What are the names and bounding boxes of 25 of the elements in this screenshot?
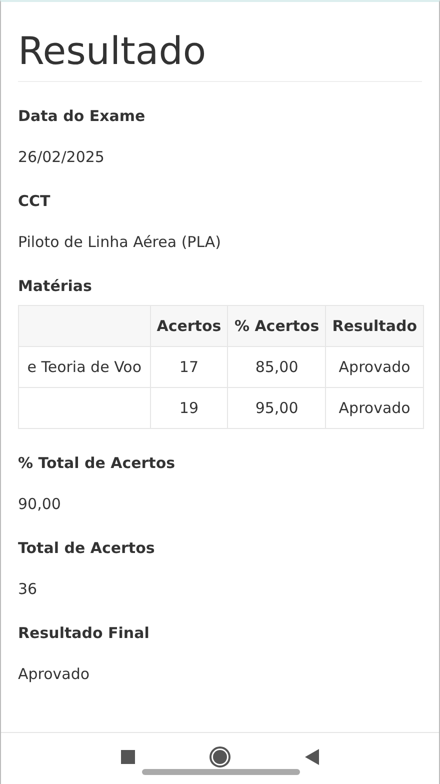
table-cell: 19	[179, 399, 199, 417]
home-icon[interactable]	[209, 746, 231, 768]
table-cell: e Teoria de Voo	[27, 358, 142, 376]
table-cell: Aprovado	[338, 358, 410, 376]
field-value: 90,00	[18, 494, 62, 514]
field-label: Data do Exame	[18, 106, 146, 126]
field-label: % Total de Acertos	[18, 453, 176, 473]
recent-apps-icon[interactable]	[121, 750, 135, 764]
section-label: Matérias	[18, 276, 93, 296]
page-title: Resultado	[18, 28, 208, 74]
field-value: 26/02/2025	[18, 147, 106, 167]
column-header: Resultado	[332, 317, 417, 335]
table-cell: 85,00	[255, 358, 298, 376]
back-icon[interactable]	[305, 748, 319, 764]
field-value: 36	[18, 579, 38, 599]
table-cell: 17	[179, 358, 199, 376]
field-label: CCT	[18, 191, 52, 211]
field-value: Piloto de Linha Aérea (PLA)	[18, 232, 222, 252]
field-label: Total de Acertos	[18, 538, 156, 558]
table-cell: Aprovado	[338, 399, 410, 417]
column-header: % Acertos	[234, 317, 320, 335]
field-value: Aprovado	[18, 664, 91, 684]
field-label: Resultado Final	[18, 623, 150, 643]
table-cell: 95,00	[255, 399, 298, 417]
column-header: Acertos	[156, 317, 222, 335]
